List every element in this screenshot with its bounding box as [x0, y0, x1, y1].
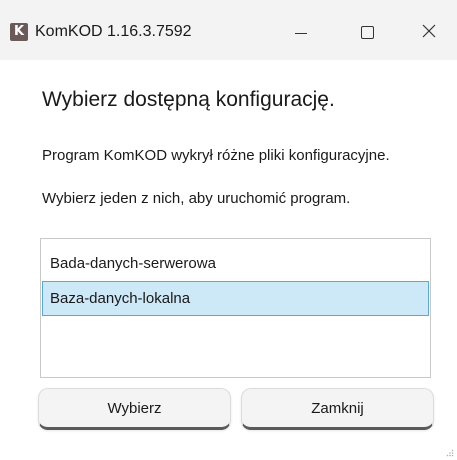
maximize-icon — [361, 26, 374, 39]
close-button[interactable]: Zamknij — [241, 388, 434, 430]
config-list[interactable]: Bada-danych-serwerowa Baza-danych-lokaln… — [40, 238, 431, 378]
title-bar[interactable]: K KomKOD 1.16.3.7592 — [0, 0, 457, 60]
dialog-window: K KomKOD 1.16.3.7592 Wybierz dostępną ko… — [0, 0, 457, 460]
app-icon: K — [10, 23, 28, 41]
list-item-selected[interactable]: Baza-danych-lokalna — [42, 281, 429, 316]
resize-grip-icon[interactable] — [446, 449, 454, 457]
instruction-text: Wybierz jeden z nich, aby uruchomić prog… — [42, 190, 351, 207]
close-icon — [422, 24, 436, 38]
minimize-button[interactable] — [272, 0, 328, 60]
window-title: KomKOD 1.16.3.7592 — [35, 23, 192, 40]
list-item[interactable]: Bada-danych-serwerowa — [42, 246, 429, 281]
maximize-button[interactable] — [337, 0, 393, 60]
close-window-button[interactable] — [401, 0, 457, 60]
select-button[interactable]: Wybierz — [38, 388, 231, 430]
minimize-icon — [295, 33, 307, 34]
info-text: Program KomKOD wykrył różne pliki konfig… — [42, 147, 390, 164]
dialog-heading: Wybierz dostępną konfigurację. — [42, 88, 335, 111]
